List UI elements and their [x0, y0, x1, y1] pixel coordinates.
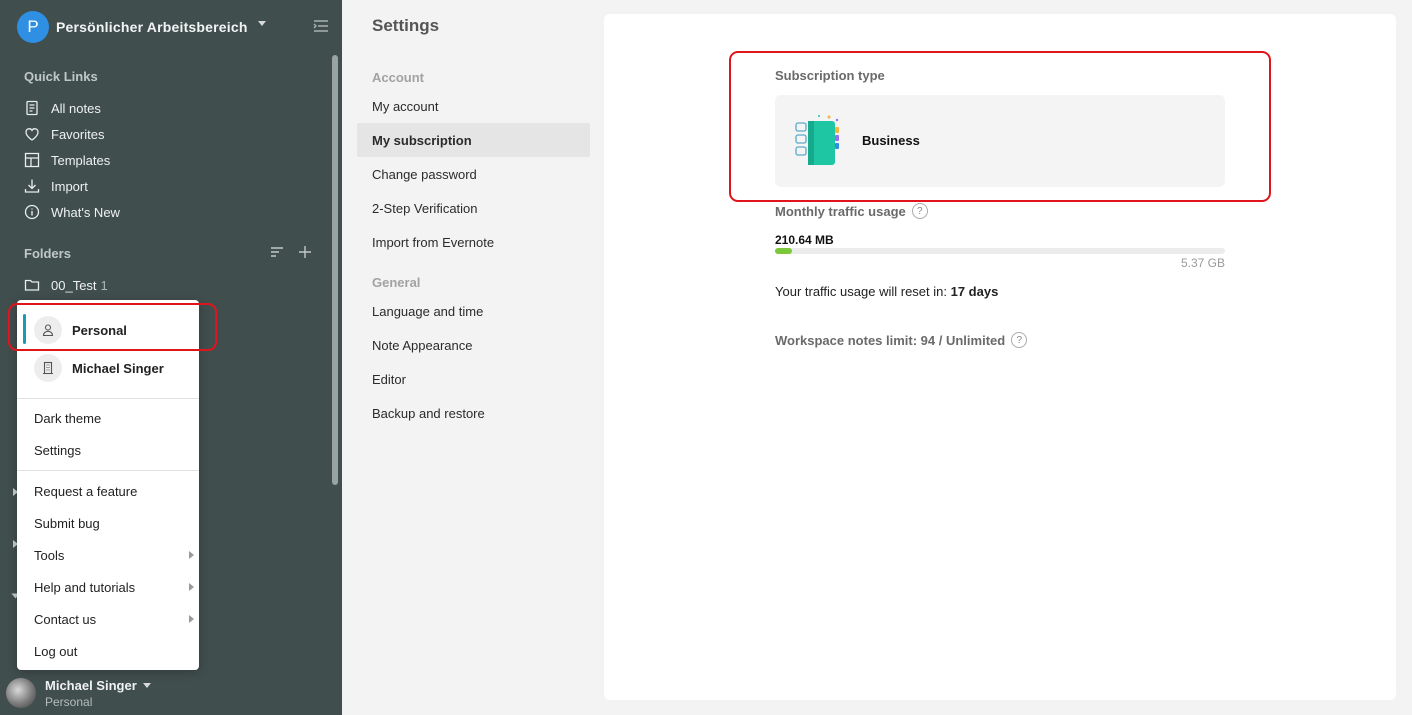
- menu-help-tutorials[interactable]: Help and tutorials: [34, 576, 194, 598]
- menu-label: Contact us: [34, 611, 97, 627]
- collapse-sidebar-icon[interactable]: [313, 19, 329, 33]
- nav-label: All notes: [51, 100, 101, 116]
- add-folder-icon[interactable]: [298, 245, 312, 259]
- heart-icon: [25, 128, 39, 141]
- sidebar-scroll-thumb[interactable]: [332, 55, 338, 485]
- settings-nav: Settings Account My account My subscript…: [342, 0, 604, 715]
- caret-down-icon: [142, 682, 151, 688]
- menu-label: Tools: [34, 547, 65, 563]
- settings-group-general: General: [372, 275, 421, 290]
- subscription-type-label: Subscription type: [775, 68, 885, 83]
- folder-item[interactable]: 00_Test 1: [24, 274, 108, 296]
- note-icon: [26, 100, 38, 116]
- folders-title: Folders: [24, 246, 71, 261]
- menu-settings[interactable]: Settings: [34, 439, 184, 461]
- nav-label: What's New: [51, 204, 120, 220]
- nav-label: Templates: [51, 152, 111, 168]
- building-icon: [34, 354, 62, 382]
- folder-label: 00_Test: [51, 277, 97, 293]
- chevron-right-icon: [189, 583, 194, 591]
- settings-item-my-subscription[interactable]: My subscription: [357, 123, 590, 157]
- plan-name: Business: [862, 133, 920, 148]
- caret-down-icon[interactable]: [258, 21, 266, 26]
- menu-contact-us[interactable]: Contact us: [34, 608, 194, 630]
- notebook-illustration-icon: [795, 115, 839, 165]
- info-icon: [24, 204, 40, 220]
- settings-group-account: Account: [372, 70, 424, 85]
- notes-limit-text: Workspace notes limit: 94 / Unlimited: [775, 332, 1006, 348]
- workspace-option-personal[interactable]: Personal: [17, 312, 199, 348]
- menu-divider: [17, 398, 199, 399]
- menu-label: Request a feature: [34, 483, 138, 499]
- workspace-option-michael-singer[interactable]: Michael Singer: [17, 350, 199, 386]
- account-menu: Personal Michael Singer Dark theme Setti…: [17, 300, 199, 670]
- traffic-used: 210.64 MB: [775, 233, 834, 247]
- settings-item-import-evernote[interactable]: Import from Evernote: [357, 225, 590, 259]
- traffic-progress-bar: [775, 248, 1225, 254]
- settings-item-note-appearance[interactable]: Note Appearance: [357, 328, 590, 362]
- download-icon: [24, 179, 40, 193]
- reset-prefix: Your traffic usage will reset in:: [775, 284, 947, 299]
- page-title: Settings: [372, 16, 440, 35]
- help-icon[interactable]: ?: [911, 203, 928, 219]
- settings-item-my-account[interactable]: My account: [357, 89, 590, 123]
- nav-label: Import: [51, 178, 88, 194]
- nav-import[interactable]: Import: [24, 175, 88, 197]
- menu-divider: [17, 470, 199, 471]
- menu-dark-theme[interactable]: Dark theme: [34, 407, 184, 429]
- menu-submit-bug[interactable]: Submit bug: [34, 512, 184, 534]
- workspace-switcher[interactable]: P Persönlicher Arbeitsbereich: [17, 11, 329, 43]
- menu-tools[interactable]: Tools: [34, 544, 194, 566]
- help-icon[interactable]: ?: [1011, 332, 1028, 348]
- settings-item-change-password[interactable]: Change password: [357, 157, 590, 191]
- folder-tools: [270, 245, 312, 259]
- notes-limit-label: Workspace notes limit: 94 / Unlimited ?: [775, 332, 1028, 348]
- nav-whats-new[interactable]: What's New: [24, 201, 120, 223]
- menu-request-feature[interactable]: Request a feature: [34, 480, 184, 502]
- avatar[interactable]: [6, 678, 36, 708]
- settings-item-editor[interactable]: Editor: [357, 362, 590, 396]
- traffic-progress-fill: [775, 248, 793, 254]
- sort-icon[interactable]: [270, 245, 284, 259]
- user-profile[interactable]: Michael Singer Personal: [6, 673, 326, 713]
- folder-icon: [24, 279, 40, 291]
- person-icon: [34, 316, 62, 344]
- traffic-usage-label: Monthly traffic usage ?: [775, 203, 928, 219]
- templates-icon: [24, 152, 40, 168]
- chevron-right-icon: [189, 615, 194, 623]
- workspace-avatar[interactable]: P: [17, 11, 49, 43]
- menu-label: Help and tutorials: [34, 579, 136, 595]
- user-name-row[interactable]: Michael Singer: [45, 678, 151, 693]
- nav-label: Favorites: [51, 126, 105, 142]
- settings-item-2-step-verification[interactable]: 2-Step Verification: [357, 191, 590, 225]
- settings-item-backup-restore[interactable]: Backup and restore: [357, 396, 590, 430]
- menu-log-out[interactable]: Log out: [34, 640, 184, 662]
- traffic-reset-line: Your traffic usage will reset in: 17 day…: [775, 284, 998, 299]
- workspace-option-label: Personal: [72, 322, 127, 338]
- traffic-total: 5.37 GB: [1180, 256, 1225, 270]
- user-name: Michael Singer: [45, 677, 137, 693]
- menu-label: Submit bug: [34, 515, 100, 531]
- folder-count: 1: [100, 277, 108, 293]
- chevron-right-icon: [189, 551, 194, 559]
- user-workspace: Personal: [45, 694, 93, 709]
- subscription-card: Business: [775, 95, 1225, 187]
- workspace-option-label: Michael Singer: [72, 360, 164, 376]
- nav-all-notes[interactable]: All notes: [24, 97, 101, 119]
- nav-favorites[interactable]: Favorites: [24, 123, 104, 145]
- settings-item-language-time[interactable]: Language and time: [357, 294, 590, 328]
- traffic-usage-text: Monthly traffic usage: [775, 203, 906, 219]
- quick-links-title: Quick Links: [24, 69, 98, 84]
- workspace-name[interactable]: Persönlicher Arbeitsbereich: [56, 19, 248, 35]
- nav-templates[interactable]: Templates: [24, 149, 110, 171]
- subscription-panel: Subscription type Business Monthly traff…: [604, 14, 1396, 700]
- reset-value: 17 days: [950, 284, 999, 299]
- menu-label: Log out: [34, 643, 78, 659]
